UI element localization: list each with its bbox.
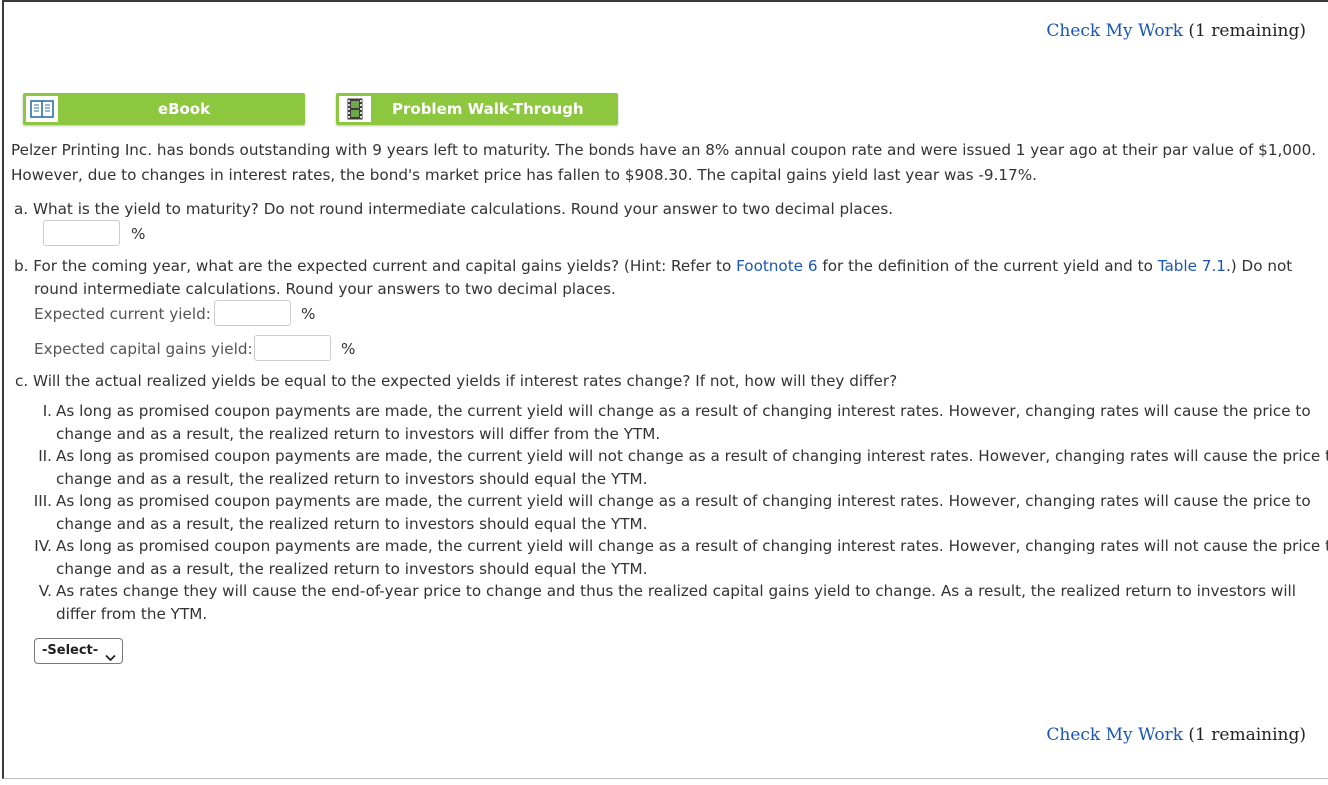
remaining-count: (1 remaining) — [1188, 21, 1306, 41]
ebook-button[interactable]: eBook — [23, 93, 305, 125]
option-line-1: As long as promised coupon payments are … — [56, 537, 1328, 555]
capital-gains-input[interactable] — [254, 335, 331, 361]
capital-gains-label: Expected capital gains yield: — [34, 340, 253, 358]
question-c-text: c. Will the actual realized yields be eq… — [15, 372, 898, 390]
option-line-2: change and as a result, the realized ret… — [56, 425, 661, 443]
option-line-2: change and as a result, the realized ret… — [56, 470, 648, 488]
table-7-1-link[interactable]: Table 7.1 — [1158, 257, 1226, 275]
current-yield-input[interactable] — [214, 300, 291, 326]
question-a-text: a. What is the yield to maturity? Do not… — [14, 200, 894, 218]
intro-line-2: However, due to changes in interest rate… — [11, 166, 1037, 184]
remaining-count: (1 remaining) — [1188, 725, 1306, 745]
option-line-1: As long as promised coupon payments are … — [56, 402, 1311, 420]
current-yield-percent: % — [301, 305, 316, 323]
intro-line-1: Pelzer Printing Inc. has bonds outstandi… — [11, 141, 1317, 159]
answer-select[interactable]: -Select- — [34, 638, 123, 664]
option-line-2: differ from the YTM. — [56, 605, 208, 623]
question-b-post: .) Do not — [1225, 257, 1293, 275]
option-line-1: As long as promised coupon payments are … — [56, 447, 1328, 465]
ytm-input[interactable] — [43, 220, 120, 246]
problem-walkthrough-button[interactable]: Problem Walk-Through — [336, 93, 618, 125]
option-number: III. — [33, 492, 52, 510]
film-icon — [339, 96, 371, 122]
select-value: -Select- — [42, 643, 99, 658]
question-b-line-2: round intermediate calculations. Round y… — [34, 280, 616, 298]
option-number: V. — [38, 582, 52, 600]
current-yield-label: Expected current yield: — [34, 305, 211, 323]
walkthrough-label: Problem Walk-Through — [392, 100, 584, 118]
option-line-1: As rates change they will cause the end-… — [56, 582, 1296, 600]
ebook-label: eBook — [157, 100, 211, 118]
option-line-2: change and as a result, the realized ret… — [56, 560, 648, 578]
option-number: I. — [42, 402, 52, 420]
option-number: IV. — [34, 537, 52, 555]
question-b-mid: for the definition of the current yield … — [817, 257, 1158, 275]
check-my-work-link[interactable]: Check My Work — [1046, 21, 1183, 41]
option-line-1: As long as promised coupon payments are … — [56, 492, 1311, 510]
check-work-top: Check My Work (1 remaining) — [1046, 21, 1306, 41]
question-b-pre: b. For the coming year, what are the exp… — [14, 257, 737, 275]
check-work-bottom: Check My Work (1 remaining) — [1046, 725, 1306, 745]
option-line-2: change and as a result, the realized ret… — [56, 515, 648, 533]
footnote-6-link[interactable]: Footnote 6 — [736, 257, 817, 275]
book-icon — [26, 96, 58, 122]
ytm-percent: % — [131, 225, 146, 243]
option-number: II. — [38, 447, 52, 465]
chevron-down-icon — [105, 647, 116, 671]
question-b-text: b. For the coming year, what are the exp… — [14, 257, 1292, 275]
check-my-work-link[interactable]: Check My Work — [1046, 725, 1183, 745]
capital-gains-percent: % — [341, 340, 356, 358]
